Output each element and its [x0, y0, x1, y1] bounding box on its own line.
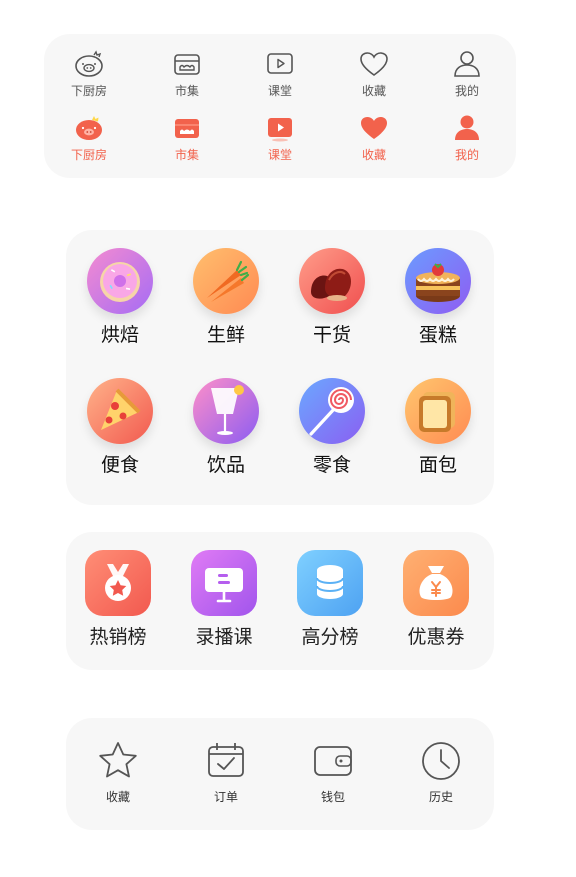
tab-label: 市集: [174, 84, 199, 98]
category-label: 烘焙: [100, 324, 139, 346]
tab-label: 收藏: [361, 148, 386, 162]
category-cake[interactable]: 蛋糕: [393, 248, 483, 346]
tab-class-filled[interactable]: 课堂: [250, 112, 310, 162]
tab-label: 下厨房: [70, 84, 107, 98]
tab-bar-card: 下厨房 市集 课堂 收藏 我的 下厨房 市集 课堂 收藏 我的: [44, 34, 516, 178]
market-stall-icon: [175, 119, 199, 138]
category-dried[interactable]: 干货: [287, 248, 377, 346]
menu-item-label: 订单: [213, 790, 238, 804]
toast-icon: [405, 378, 471, 444]
menu-item-orders[interactable]: 订单: [186, 740, 266, 804]
tab-label: 课堂: [267, 148, 292, 162]
lollipop-icon: [299, 378, 365, 444]
quick-link-recorded-class[interactable]: 录播课: [174, 550, 274, 648]
category-label: 面包: [418, 454, 457, 476]
quick-link-label: 优惠券: [407, 626, 465, 648]
category-baking[interactable]: 烘焙: [75, 248, 165, 346]
quick-link-coupons[interactable]: 优惠券: [386, 550, 486, 648]
tab-label: 收藏: [361, 84, 386, 98]
menu-item-label: 钱包: [320, 790, 345, 804]
tab-mine-filled[interactable]: 我的: [437, 112, 497, 162]
tab-kitchen-filled[interactable]: 下厨房: [59, 112, 119, 162]
quick-link-label: 高分榜: [301, 626, 359, 648]
clock-icon: [422, 742, 460, 780]
category-label: 蛋糕: [418, 324, 457, 346]
heart-icon: [361, 117, 387, 139]
category-card: 烘焙 生鲜 干货 蛋糕 便食 饮品 零食 面包: [66, 230, 494, 505]
video-play-icon: [268, 118, 292, 142]
market-stall-icon: [174, 54, 200, 75]
quick-links-card: 热销榜 录播课 高分榜 优惠券: [66, 532, 494, 670]
coin-stack-icon: [297, 550, 363, 616]
category-fastfood[interactable]: 便食: [75, 378, 165, 476]
tab-class-outline[interactable]: 课堂: [250, 48, 310, 98]
wallet-icon: [314, 746, 352, 776]
quick-link-top-rated[interactable]: 高分榜: [280, 550, 380, 648]
presentation-board-icon: [191, 550, 257, 616]
cocktail-icon: [193, 378, 259, 444]
quick-link-hot-sales[interactable]: 热销榜: [68, 550, 168, 648]
tab-label: 我的: [454, 84, 479, 98]
category-label: 生鲜: [206, 324, 245, 346]
person-icon: [454, 51, 480, 77]
menu-item-history[interactable]: 历史: [401, 740, 481, 804]
menu-item-wallet[interactable]: 钱包: [293, 740, 373, 804]
pig-chef-icon: [75, 50, 103, 77]
category-label: 便食: [100, 454, 139, 476]
tab-label: 市集: [174, 148, 199, 162]
tab-label: 课堂: [267, 84, 292, 98]
category-fresh[interactable]: 生鲜: [181, 248, 271, 346]
category-label: 饮品: [206, 454, 245, 476]
cake-icon: [405, 248, 471, 314]
money-bag-icon: [403, 550, 469, 616]
tab-favorites-outline[interactable]: 收藏: [344, 48, 404, 98]
carrot-icon: [193, 248, 259, 314]
quick-link-label: 录播课: [195, 626, 253, 648]
menu-item-label: 收藏: [105, 790, 130, 804]
category-drinks[interactable]: 饮品: [181, 378, 271, 476]
tab-label: 我的: [454, 148, 479, 162]
chestnut-icon: [299, 248, 365, 314]
category-label: 零食: [312, 454, 351, 476]
mine-menu-card: 收藏 订单 钱包 历史: [66, 718, 494, 830]
tab-market-outline[interactable]: 市集: [157, 48, 217, 98]
person-icon: [455, 115, 479, 140]
calendar-check-icon: [208, 743, 244, 777]
star-icon: [99, 742, 137, 778]
pizza-icon: [87, 378, 153, 444]
medal-icon: [85, 550, 151, 616]
category-bread[interactable]: 面包: [393, 378, 483, 476]
tab-mine-outline[interactable]: 我的: [437, 48, 497, 98]
heart-icon: [360, 52, 388, 76]
video-play-icon: [267, 53, 293, 74]
menu-item-label: 历史: [428, 790, 453, 804]
category-label: 干货: [312, 324, 351, 346]
category-snacks[interactable]: 零食: [287, 378, 377, 476]
menu-item-favorites[interactable]: 收藏: [78, 740, 158, 804]
donut-icon: [87, 248, 153, 314]
quick-link-label: 热销榜: [89, 626, 147, 648]
tab-label: 下厨房: [70, 148, 107, 162]
tab-market-filled[interactable]: 市集: [157, 112, 217, 162]
tab-favorites-filled[interactable]: 收藏: [344, 112, 404, 162]
pig-chef-icon: [76, 116, 102, 140]
tab-kitchen-outline[interactable]: 下厨房: [59, 48, 119, 98]
